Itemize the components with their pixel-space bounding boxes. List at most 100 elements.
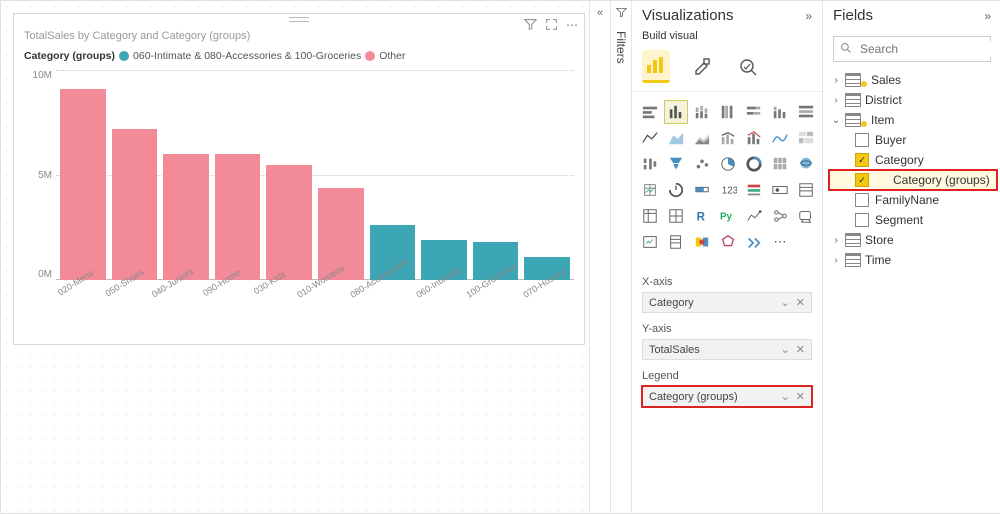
chevron-down-icon[interactable]: ⌄ <box>781 390 790 403</box>
viz-type-39[interactable] <box>742 230 766 254</box>
checkbox-checked[interactable]: ✓ <box>855 153 869 167</box>
viz-type-9[interactable] <box>690 126 714 150</box>
viz-type-21[interactable] <box>638 178 662 202</box>
remove-icon[interactable]: ✕ <box>796 390 805 403</box>
viz-type-36[interactable] <box>664 230 688 254</box>
viz-type-32[interactable] <box>742 204 766 228</box>
viz-type-33[interactable] <box>768 204 792 228</box>
filters-rail[interactable]: Filters <box>610 1 631 513</box>
checkbox[interactable] <box>855 193 869 207</box>
bar[interactable] <box>60 89 106 280</box>
viz-type-27[interactable] <box>794 178 818 202</box>
checkbox[interactable] <box>855 213 869 227</box>
viz-type-3[interactable] <box>716 100 740 124</box>
chevron-down-icon[interactable]: ⌄ <box>781 343 790 356</box>
filter-icon[interactable] <box>524 18 537 34</box>
table-sales[interactable]: ›Sales <box>829 70 997 90</box>
build-visual-label: Build visual <box>632 30 822 46</box>
viz-type-14[interactable] <box>638 152 662 176</box>
x-axis: 020-Mens050-Shoes040-Juniors090-Home030-… <box>14 280 584 292</box>
viz-type-22[interactable] <box>664 178 688 202</box>
viz-type-16[interactable] <box>690 152 714 176</box>
table-item[interactable]: ⌄Item <box>829 110 997 130</box>
build-visual-tab[interactable] <box>642 50 670 83</box>
y-axis: 10M 5M 0M <box>20 70 56 280</box>
checkbox-checked[interactable]: ✓ <box>855 173 869 187</box>
search-input[interactable] <box>858 41 1000 57</box>
viz-type-11[interactable] <box>742 126 766 150</box>
group-icon <box>875 175 887 185</box>
viz-type-35[interactable] <box>638 230 662 254</box>
bar[interactable] <box>112 129 158 280</box>
viz-type-31[interactable]: Py <box>716 204 740 228</box>
viz-type-10[interactable] <box>716 126 740 150</box>
viz-type-7[interactable] <box>638 126 662 150</box>
viz-type-23[interactable] <box>690 178 714 202</box>
field-familyname[interactable]: FamilyNane <box>829 190 997 210</box>
chart-tile[interactable]: ⋯ TotalSales by Category and Category (g… <box>13 13 585 345</box>
checkbox[interactable] <box>855 133 869 147</box>
viz-type-6[interactable] <box>794 100 818 124</box>
bar[interactable] <box>163 154 209 280</box>
chevron-down-icon[interactable]: ⌄ <box>781 296 790 309</box>
visualization-gallery: 123RPy ⋯ <box>632 92 822 262</box>
filters-expand-icon[interactable] <box>616 7 627 21</box>
analytics-tab[interactable] <box>734 53 762 81</box>
field-category[interactable]: ✓Category <box>829 150 997 170</box>
viz-type-19[interactable] <box>768 152 792 176</box>
focus-mode-icon[interactable] <box>545 18 558 34</box>
viz-type-12[interactable] <box>768 126 792 150</box>
bar[interactable] <box>215 154 261 280</box>
remove-icon[interactable]: ✕ <box>796 343 805 356</box>
viz-type-28[interactable] <box>638 204 662 228</box>
viz-type-25[interactable] <box>742 178 766 202</box>
table-time[interactable]: ›Time <box>829 250 997 270</box>
table-icon <box>845 233 861 247</box>
ytick: 0M <box>38 269 52 280</box>
viz-type-4[interactable] <box>742 100 766 124</box>
viz-type-15[interactable] <box>664 152 688 176</box>
bar[interactable] <box>266 165 312 281</box>
remove-icon[interactable]: ✕ <box>796 296 805 309</box>
visualizations-collapse-icon[interactable]: » <box>805 9 812 23</box>
viz-type-2[interactable] <box>690 100 714 124</box>
table-store[interactable]: ›Store <box>829 230 997 250</box>
viz-type-5[interactable] <box>768 100 792 124</box>
viz-type-18[interactable] <box>742 152 766 176</box>
more-options-icon[interactable]: ⋯ <box>566 18 578 34</box>
viz-type-20[interactable] <box>794 152 818 176</box>
chevron-collapse-icon[interactable]: « <box>597 7 603 19</box>
rail-collapse[interactable]: « <box>589 1 610 513</box>
ytick: 10M <box>33 70 52 81</box>
viz-type-8[interactable] <box>664 126 688 150</box>
viz-type-26[interactable] <box>768 178 792 202</box>
viz-type-24[interactable]: 123 <box>716 178 740 202</box>
drag-grip[interactable] <box>289 17 309 22</box>
ytick: 5M <box>38 170 52 181</box>
legend-pill[interactable]: Category (groups) ⌄ ✕ <box>642 386 812 407</box>
viz-type-38[interactable] <box>716 230 740 254</box>
field-buyer[interactable]: Buyer <box>829 130 997 150</box>
report-canvas[interactable]: ⋯ TotalSales by Category and Category (g… <box>1 1 589 513</box>
fields-collapse-icon[interactable]: » <box>984 9 991 23</box>
xaxis-pill[interactable]: Category ⌄✕ <box>642 292 812 313</box>
format-visual-tab[interactable] <box>688 53 716 81</box>
viz-type-29[interactable] <box>664 204 688 228</box>
viz-type-34[interactable] <box>794 204 818 228</box>
chart-legend: Category (groups) 060-Intimate & 080-Acc… <box>14 46 584 70</box>
yaxis-pill[interactable]: TotalSales ⌄✕ <box>642 339 812 360</box>
viz-type-1[interactable] <box>664 100 688 124</box>
legend-pill-text: Category (groups) <box>649 391 738 403</box>
viz-type-17[interactable] <box>716 152 740 176</box>
viz-type-37[interactable] <box>690 230 714 254</box>
legend-title: Category (groups) <box>24 50 115 62</box>
fields-search[interactable] <box>833 36 991 62</box>
table-district[interactable]: ›District <box>829 90 997 110</box>
viz-type-0[interactable] <box>638 100 662 124</box>
viz-type-13[interactable] <box>794 126 818 150</box>
viz-type-30[interactable]: R <box>690 204 714 228</box>
field-segment[interactable]: Segment <box>829 210 997 230</box>
legend-swatch-1 <box>365 51 375 61</box>
viz-more[interactable]: ⋯ <box>768 230 792 254</box>
field-category-groups[interactable]: ✓Category (groups) <box>829 170 997 190</box>
